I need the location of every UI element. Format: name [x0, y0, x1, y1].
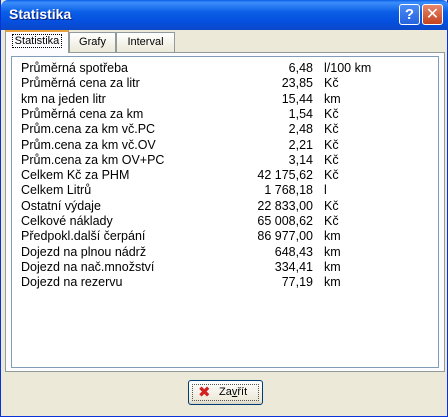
stat-unit: Kč	[324, 168, 339, 183]
stat-value: 86 977,00	[257, 229, 313, 244]
stat-value: 2,48	[288, 122, 313, 137]
stat-unit: km	[324, 259, 341, 274]
stat-unit: Kč	[324, 198, 339, 213]
stat-unit: Kč	[324, 137, 339, 152]
stat-value: 3,14	[288, 152, 313, 167]
stat-label: Dojezd na rezervu	[21, 275, 123, 290]
stat-row: Prům.cena za km vč.PC 2,48 Kč	[12, 122, 438, 138]
stat-value: 6,48	[288, 61, 313, 75]
stat-value: 648,43	[274, 244, 313, 259]
stat-unit: l/100 km	[324, 61, 372, 75]
stat-row: Ostatní výdaje 22 833,00 Kč	[12, 199, 438, 215]
stat-label: Průměrná spotřeba	[21, 61, 129, 75]
stat-row: Celkem Kč za PHM 42 175,62 Kč	[12, 168, 438, 184]
statistics-window: Statistika ? ✕ Statistika Grafy Interval…	[0, 0, 448, 417]
stat-value: 2,21	[288, 137, 313, 152]
tab-interval[interactable]: Interval	[116, 32, 175, 52]
stat-unit: km	[324, 244, 341, 259]
stat-row: Předpokl.další čerpání 86 977,00 km	[12, 229, 438, 245]
stat-unit: Kč	[324, 122, 339, 137]
tab-label: Interval	[127, 36, 164, 48]
stat-unit: Kč	[324, 106, 339, 121]
stat-row: Průměrná cena za litr 23,85 Kč	[12, 76, 438, 92]
stat-label: Průměrná cena za litr	[21, 76, 140, 91]
stat-value: 22 833,00	[257, 198, 313, 213]
tab-statistika[interactable]: Statistika	[5, 30, 69, 53]
stat-value: 42 175,62	[257, 168, 313, 183]
red-x-icon: ✖	[198, 384, 211, 401]
tab-strip: Statistika Grafy Interval	[5, 30, 445, 53]
help-icon[interactable]: ?	[399, 4, 420, 25]
stat-row: Dojezd na rezervu 77,19 km	[12, 275, 438, 291]
stat-label: Celkem Litrů	[21, 183, 92, 198]
close-icon[interactable]: ✕	[422, 4, 443, 25]
stat-label: Prům.cena za km vč.OV	[21, 137, 156, 152]
stat-row: km na jeden litr 15,44 km	[12, 92, 438, 108]
close-button[interactable]: ✖ Zavřít	[188, 380, 263, 405]
stat-value: 1 768,18	[264, 183, 313, 198]
stat-value: 23,85	[281, 76, 313, 91]
stat-unit: Kč	[324, 152, 339, 167]
stat-value: 1,54	[288, 106, 313, 121]
stat-row: Prům.cena za km OV+PC 3,14 Kč	[12, 153, 438, 169]
stat-row: Prům.cena za km vč.OV 2,21 Kč	[12, 138, 438, 154]
stat-label: Předpokl.další čerpání	[21, 229, 146, 244]
stat-unit: l	[324, 183, 327, 198]
stat-label: Celkem Kč za PHM	[21, 168, 130, 183]
stat-label: Celkové náklady	[21, 214, 113, 228]
stat-unit: Kč	[324, 76, 339, 91]
stat-row: Dojezd na plnou nádrž 648,43 km	[12, 245, 438, 261]
stat-label: Dojezd na plnou nádrž	[21, 244, 147, 259]
tab-panel: Průměrná spotřeba 6,48 l/100 km Průměrná ce…	[5, 52, 445, 372]
stat-label: Dojezd na nač.množství	[21, 259, 155, 274]
window-title: Statistika	[9, 6, 72, 22]
statistics-list[interactable]: Průměrná spotřeba 6,48 l/100 km Průměrná ce…	[11, 56, 439, 368]
stat-unit: Kč	[324, 214, 339, 228]
stat-unit: km	[324, 275, 341, 290]
tab-grafy[interactable]: Grafy	[69, 32, 116, 52]
tab-label: Statistika	[11, 34, 63, 48]
stat-label: Prům.cena za km OV+PC	[21, 152, 165, 167]
stat-label: km na jeden litr	[21, 91, 106, 106]
stat-value: 65 008,62	[257, 214, 313, 228]
stat-value: 15,44	[281, 91, 313, 106]
stat-label: Průměrná cena za km	[21, 106, 144, 121]
stat-value: 77,19	[281, 275, 313, 290]
stat-unit: km	[324, 229, 341, 244]
stat-row: Průměrná cena za km 1,54 Kč	[12, 107, 438, 123]
stat-value: 334,41	[274, 259, 313, 274]
close-button-label: Zavřít	[219, 386, 248, 398]
stat-unit: km	[324, 91, 341, 106]
stat-row: Průměrná spotřeba 6,48 l/100 km	[12, 61, 438, 77]
stat-label: Prům.cena za km vč.PC	[21, 122, 156, 137]
stat-row: Celkové náklady 65 008,62 Kč	[12, 214, 438, 230]
tab-label: Grafy	[79, 36, 106, 48]
stat-row: Celkem Litrů 1 768,18 l	[12, 183, 438, 199]
title-bar[interactable]: Statistika ? ✕	[1, 0, 448, 30]
stat-label: Ostatní výdaje	[21, 198, 101, 213]
stat-row: Dojezd na nač.množství 334,41 km	[12, 260, 438, 276]
